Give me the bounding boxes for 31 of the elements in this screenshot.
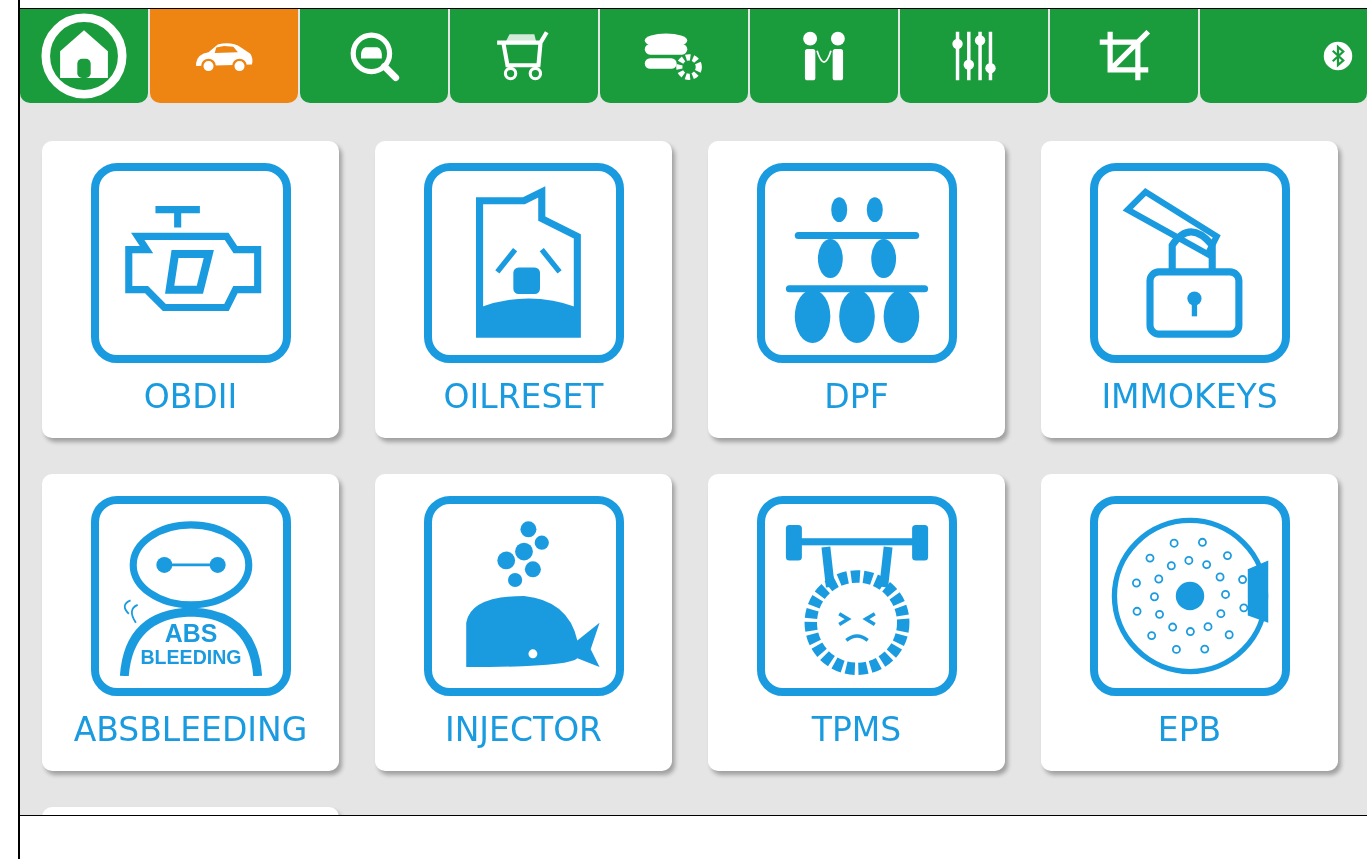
brake-disc-icon (1109, 516, 1270, 676)
function-label: INJECTOR (444, 710, 603, 749)
nav-tab[interactable] (1200, 9, 1367, 103)
nav-tab[interactable] (20, 9, 148, 103)
function-tile[interactable]: INJECTOR (375, 474, 672, 771)
function-label: EPB (1157, 710, 1222, 749)
function-tile[interactable]: OILRESET (375, 141, 672, 438)
nav-tab[interactable] (450, 9, 598, 103)
nav-tab[interactable] (750, 9, 898, 103)
nav-tab[interactable] (150, 9, 298, 103)
home-icon (41, 13, 127, 99)
function-label: DPF (824, 377, 889, 416)
function-label: ABSBLEEDING (73, 710, 308, 749)
nav-tab[interactable] (300, 9, 448, 103)
nav-tab[interactable] (1050, 9, 1198, 103)
function-tile[interactable]: ABS BLEEDING ABSBLEEDING (42, 474, 339, 771)
function-label: OILRESET (443, 377, 604, 416)
function-label: TPMS (811, 710, 902, 749)
function-label: OBDII (143, 377, 238, 416)
icon-caption: BLEEDING (140, 645, 241, 668)
function-tile[interactable]: DPF (708, 141, 1005, 438)
function-tile[interactable]: OBDII (42, 141, 339, 438)
icon-caption: ABS (164, 619, 217, 648)
nav-tab[interactable] (600, 9, 748, 103)
function-label: IMMOKEYS (1101, 377, 1278, 416)
function-tile[interactable]: EPB (1041, 474, 1338, 771)
database-gear-icon (643, 30, 705, 82)
function-tile[interactable]: TPMS (708, 474, 1005, 771)
nav-tab[interactable] (900, 9, 1048, 103)
bluetooth-icon (1323, 41, 1353, 71)
function-tile[interactable]: IMMOKEYS (1041, 141, 1338, 438)
